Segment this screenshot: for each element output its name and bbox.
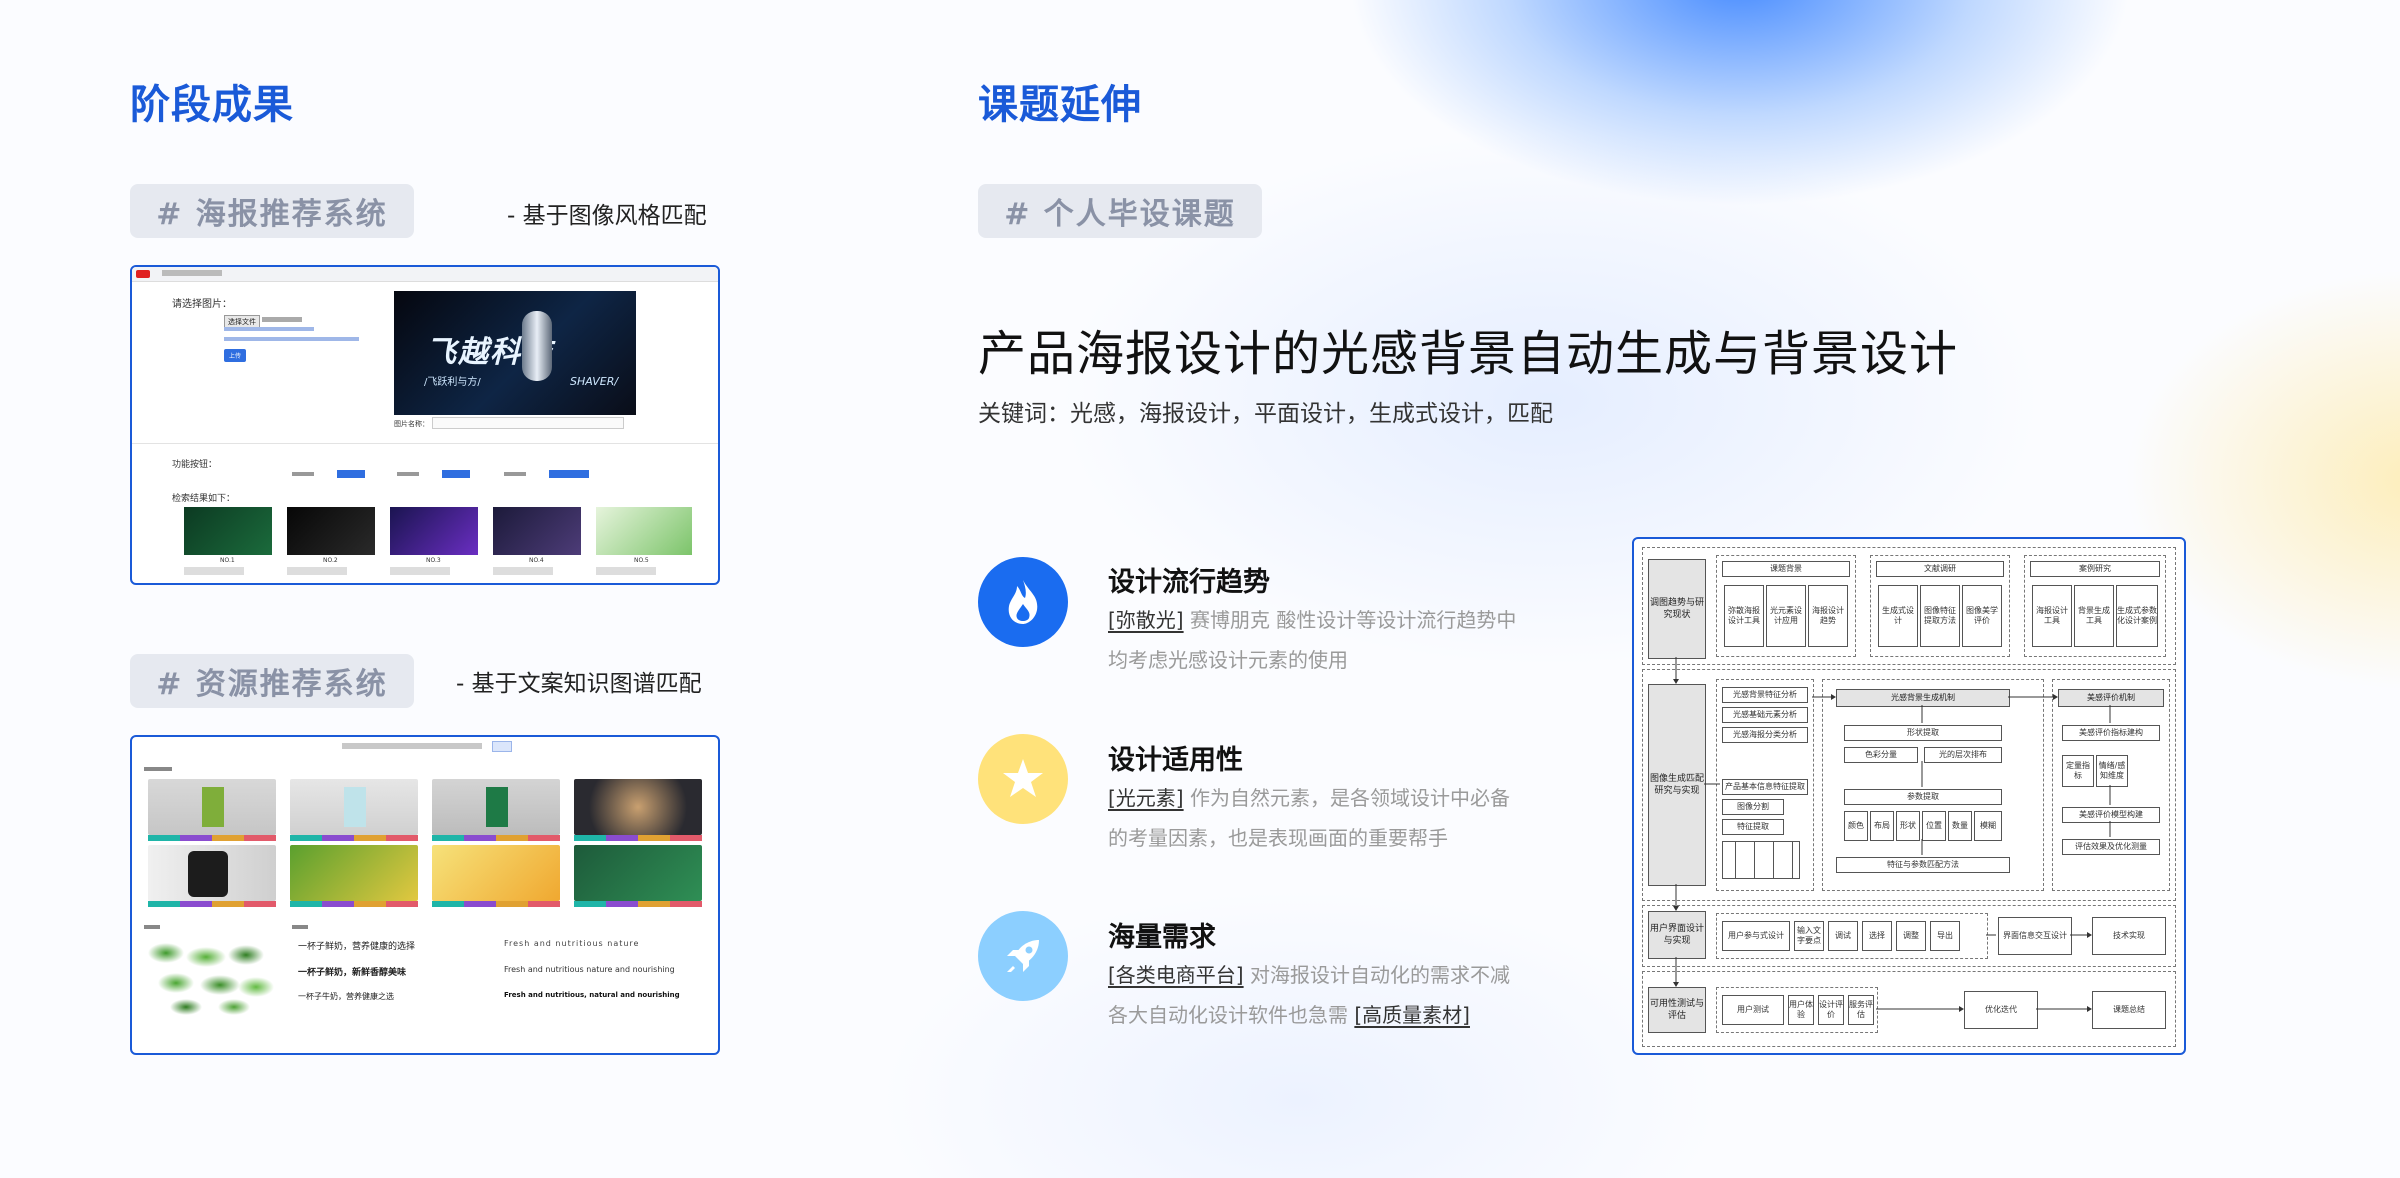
- select-image-label: 请选择图片：: [172, 299, 232, 310]
- search-caption: [342, 743, 482, 749]
- copy-section-label: [292, 925, 308, 929]
- rocket-icon: [978, 911, 1068, 1001]
- highlight-diffuse-light: [弥散光]: [1108, 608, 1184, 632]
- topbar-nav[interactable]: [162, 270, 222, 276]
- desc-app-1: 作为自然元素，是各领域设计中必备: [1183, 786, 1510, 810]
- results-label: 检索结果如下：: [172, 494, 236, 504]
- result-no-5: NO.5: [634, 557, 649, 564]
- banner-shaver: SHAVER/: [570, 375, 619, 388]
- func-label-3: [504, 472, 526, 476]
- element-section-label: [144, 925, 160, 929]
- app-topbar: [132, 267, 718, 282]
- banner-sub: /飞跃利与方/: [424, 377, 481, 388]
- copy-left-1[interactable]: 一杯子鲜奶，营养健康的选择: [298, 939, 415, 952]
- resource-thumb-8[interactable]: [574, 845, 702, 901]
- copy-left-2[interactable]: 一杯子鲜奶，新鲜香醇美味: [298, 965, 406, 978]
- logo-icon: [136, 270, 150, 278]
- image-name-field[interactable]: [432, 417, 624, 429]
- star-icon: [978, 734, 1068, 824]
- resource-thumb-6[interactable]: [290, 845, 418, 901]
- result-no-4: NO.4: [529, 557, 544, 564]
- upload-button[interactable]: 上传: [224, 349, 247, 362]
- resource-thumb-1[interactable]: [148, 779, 276, 835]
- topic-extension-heading: 课题延伸: [978, 82, 1142, 128]
- result-thumb-2[interactable]: [287, 507, 375, 555]
- desc-trend-2: 均考虑光感设计元素的使用: [1108, 648, 1348, 672]
- copy-left-3[interactable]: 一杯子牛奶，营养健康之选: [298, 991, 394, 1002]
- image-section-label: [144, 767, 172, 771]
- highlight-quality-assets: [高质量素材]: [1354, 1003, 1470, 1027]
- hint-text-2: [224, 337, 359, 341]
- result-thumb-1[interactable]: [184, 507, 272, 555]
- resource-system-tag: # 资源推荐系统: [130, 654, 414, 708]
- resource-system-screenshot: 一杯子鲜奶，营养健康的选择 一杯子鲜奶，新鲜香醇美味 一杯子牛奶，营养健康之选 …: [130, 735, 720, 1055]
- resource-thumb-4[interactable]: [574, 779, 702, 835]
- result-thumb-3[interactable]: [390, 507, 478, 555]
- result-no-3: NO.3: [426, 557, 441, 564]
- color-swatches-row-1: [148, 835, 702, 841]
- copy-right-3[interactable]: Fresh and nutritious, natural and nouris…: [504, 991, 680, 999]
- personal-topic-tag: # 个人毕设课题: [978, 184, 1262, 238]
- func-button-1[interactable]: [337, 470, 365, 478]
- resource-thumb-2[interactable]: [290, 779, 418, 835]
- resource-thumb-3[interactable]: [432, 779, 560, 835]
- desc-demand-2: 各大自动化设计软件也急需: [1108, 1003, 1355, 1027]
- research-flowchart: 调图趋势与研究现状 课题背景 弥散海报设计工具 光元素设计应用 海报设计趋势 文…: [1632, 537, 2186, 1055]
- resource-system-subtitle: - 基于文案知识图谱匹配: [456, 671, 702, 697]
- poster-system-tag: # 海报推荐系统: [130, 184, 414, 238]
- feature-desc-trend: [弥散光] 赛博朋克 酸性设计等设计流行趋势中 均考虑光感设计元素的使用: [1108, 600, 1568, 680]
- file-name-text: [262, 317, 302, 322]
- keywords-line: 关键词：光感，海报设计，平面设计，生成式设计，匹配: [978, 401, 1553, 427]
- flame-icon: [978, 557, 1068, 647]
- color-swatches-row-2: [148, 901, 702, 907]
- copy-right-2[interactable]: Fresh and nutritious nature and nourishi…: [504, 965, 675, 974]
- poster-system-subtitle: - 基于图像风格匹配: [507, 203, 707, 229]
- stage-results-heading: 阶段成果: [130, 82, 294, 128]
- feature-desc-applicability: [光元素] 作为自然元素，是各领域设计中必备 的考量因素，也是表现画面的重要帮手: [1108, 778, 1568, 858]
- shaver-product-image: [522, 311, 552, 381]
- thesis-title: 产品海报设计的光感背景自动生成与背景设计: [978, 326, 1959, 382]
- flow-connectors: [1673, 657, 2111, 1012]
- leaf-elements[interactable]: [146, 935, 276, 1015]
- selected-poster-banner: 飞越科技 /飞跃利与方/ SHAVER/: [394, 291, 636, 415]
- desc-trend-1: 赛博朋克 酸性设计等设计流行趋势中: [1183, 608, 1517, 632]
- result-no-1: NO.1: [220, 557, 235, 564]
- desc-demand-1: 对海报设计自动化的需求不减: [1243, 963, 1510, 987]
- result-thumb-5[interactable]: [596, 507, 692, 555]
- func-label-2: [397, 472, 419, 476]
- highlight-ecommerce: [各类电商平台]: [1108, 963, 1244, 987]
- func-button-3[interactable]: [549, 470, 589, 478]
- function-buttons-label: 功能按钮：: [172, 460, 218, 470]
- feature-title-trend: 设计流行趋势: [1108, 567, 1270, 598]
- desc-app-2: 的考量因素，也是表现画面的重要帮手: [1108, 826, 1448, 850]
- resource-thumb-7[interactable]: [432, 845, 560, 901]
- search-button[interactable]: [492, 741, 512, 752]
- feature-title-applicability: 设计适用性: [1108, 745, 1243, 776]
- highlight-light-element: [光元素]: [1108, 786, 1184, 810]
- feature-title-demand: 海量需求: [1108, 922, 1216, 953]
- result-name-fields: [184, 567, 694, 575]
- copy-right-1[interactable]: Fresh and nutritious nature: [504, 939, 639, 948]
- image-name-label: 图片名称：: [394, 420, 429, 428]
- func-button-2[interactable]: [442, 470, 470, 478]
- divider: [132, 443, 718, 444]
- hint-text-1: [224, 327, 314, 331]
- result-thumb-4[interactable]: [493, 507, 581, 555]
- result-no-2: NO.2: [323, 557, 338, 564]
- resource-thumb-5[interactable]: [148, 845, 276, 901]
- func-label-1: [292, 472, 314, 476]
- poster-system-screenshot: 请选择图片： 选择文件 上传 飞越科技 /飞跃利与方/ SHAVER/ 图片名称…: [130, 265, 720, 585]
- feature-desc-demand: [各类电商平台] 对海报设计自动化的需求不减 各大自动化设计软件也急需 [高质量…: [1108, 955, 1568, 1035]
